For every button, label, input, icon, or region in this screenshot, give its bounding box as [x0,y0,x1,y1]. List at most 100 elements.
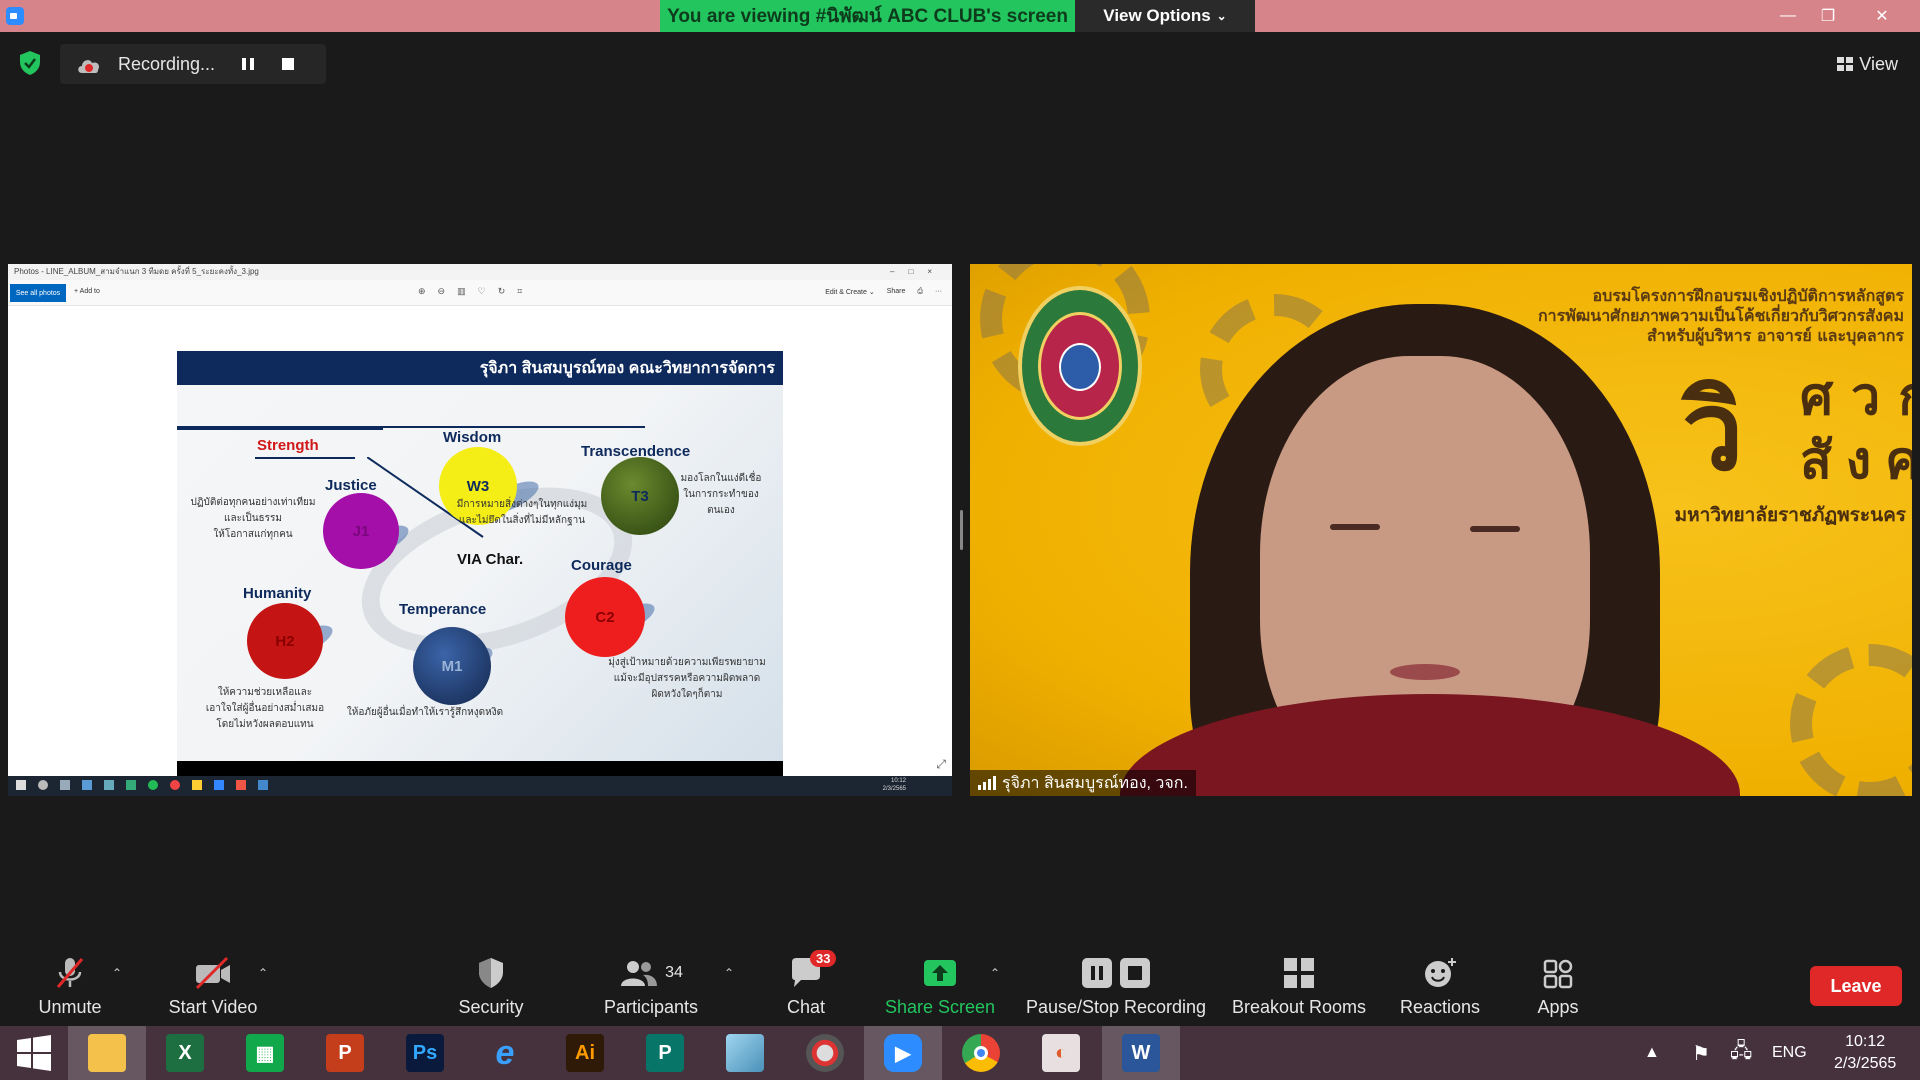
windows-taskbar: X ▦ P Ps e Ai P ▶ ◐ W ▲ ⚑ 🖧 ENG 10:12 2/… [0,1026,1920,1080]
tray-overflow-icon[interactable]: ▲ [1644,1026,1660,1080]
participants-options-caret[interactable]: ⌃ [724,966,734,980]
window-titlebar: You are viewing #นิพัฒน์ ABC CLUB's scre… [0,0,1920,32]
share-screen-button[interactable]: Share Screen [880,942,1000,1026]
taskbar-excel[interactable]: X [146,1026,224,1080]
start-button[interactable] [0,1026,68,1080]
system-clock[interactable]: 10:12 2/3/2565 [1834,1026,1896,1080]
reactions-label: Reactions [1399,997,1481,1017]
apps-icon [1543,959,1573,989]
participants-button[interactable]: 34 Participants [596,942,706,1026]
chat-label: Chat [786,997,826,1017]
windows-logo-icon [17,1035,51,1071]
panel-splitter[interactable] [960,510,963,550]
recording-controls-icons [1081,956,1151,990]
shared-zoom-icon [214,780,224,790]
taskbar-photoshop[interactable]: Ps [386,1026,464,1080]
taskbar-zoom[interactable]: ▶ [864,1026,942,1080]
expand-icon[interactable]: ⤢ [936,757,946,772]
taskbar-word[interactable]: W [1102,1026,1180,1080]
courage-desc-line: มุ่งสู่เป้าหมายด้วยความเพียรพยายาม [608,657,766,668]
view-layout-button[interactable]: View [1837,48,1898,80]
taskbar-file-explorer[interactable] [68,1026,146,1080]
taskbar-illustrator[interactable]: Ai [546,1026,624,1080]
share-screen-label: Share Screen [884,997,996,1017]
justice-desc-line: และเป็นธรรม [224,513,282,524]
more-icon[interactable]: ··· [935,288,942,296]
shared-screen[interactable]: Photos - LINE_ALBUM_สามจำแนก 3 ทีมดย ครั… [8,264,952,796]
favorite-icon[interactable]: ♡ [478,286,486,297]
unmute-button[interactable]: Unmute [20,942,120,1026]
powerpoint-icon: P [326,1034,364,1072]
zoom-in-icon[interactable]: ⊕ [418,286,426,297]
delete-icon[interactable]: ▥ [457,286,466,297]
reactions-button[interactable]: Reactions [1392,942,1488,1026]
folder-icon [88,1034,126,1072]
shared-time: 10:12 [890,778,906,784]
shared-taskbar: 10:12 2/3/2565 [8,776,952,796]
pause-stop-label: Pause/Stop Recording [1025,997,1207,1017]
humanity-description: ให้ความช่วยเหลือและ เอาใจใส่ผู้อื่นอย่าง… [181,685,349,733]
zoom-icon: ▶ [884,1034,922,1072]
crop-icon[interactable]: ⌗ [517,286,522,297]
stop-recording-button[interactable] [268,44,308,84]
restore-button[interactable]: ❐ [1808,0,1848,32]
apps-label: Apps [1537,997,1579,1017]
security-button[interactable]: Security [446,942,536,1026]
pause-recording-button[interactable] [228,44,268,84]
pause-stop-recording-button[interactable]: Pause/Stop Recording [1024,942,1208,1026]
taskbar-chrome[interactable] [942,1026,1020,1080]
print-icon[interactable]: ⎙ [917,288,923,296]
taskbar-internet-explorer[interactable]: e [466,1026,544,1080]
participant-mouth [1390,664,1460,680]
temperance-desc-line: ให้อภัยผู้อื่นเมื่อทำให้เรารู้สึกหงุดหงิ… [346,707,504,718]
humanity-label: Humanity [243,585,312,602]
taskbar-notepad[interactable] [706,1026,784,1080]
banner-line: สำหรับผู้บริหาร อาจารย์ และบุคลากร [1647,326,1904,345]
shared-app-icon [236,780,246,790]
see-all-photos-button[interactable]: See all photos [10,284,66,302]
add-to-button[interactable]: + Add to [74,288,100,295]
signal-bars-icon [978,776,996,790]
taskbar-store[interactable]: ▦ [226,1026,304,1080]
edit-create-button[interactable]: Edit & Create ⌄ [825,288,874,296]
slide-rule-thick [177,426,383,430]
zoom-out-icon[interactable]: ⊖ [438,286,446,297]
audio-options-caret[interactable]: ⌃ [112,966,122,980]
leave-meeting-button[interactable]: Leave [1810,966,1902,1006]
photos-actions: Edit & Create ⌄ Share ⎙ ··· [825,288,942,296]
close-button[interactable]: ✕ [1862,0,1902,32]
store-bag-icon: ▦ [246,1034,284,1072]
video-options-caret[interactable]: ⌃ [258,966,268,980]
taskbar-photoscape[interactable] [786,1026,864,1080]
clock-time: 10:12 [1845,1033,1886,1050]
transcendence-desc-line: มองโลกในแง่ดีเชื่อ [680,473,762,484]
photos-toolbar: See all photos + Add to ⊕ ⊖ ▥ ♡ ↻ ⌗ Edit… [8,280,952,306]
participant-video[interactable]: อบรมโครงการฝึกอบรมเชิงปฏิบัติการหลักสูตร… [970,264,1912,796]
taskbar-photos[interactable]: ◐ [1022,1026,1100,1080]
wisdom-desc-line: และไม่ยึดในสิ่งที่ไม่มีหลักฐาน [458,515,586,526]
video-title-line2: สังคม [1800,431,1912,491]
rotate-icon[interactable]: ↻ [498,286,506,297]
start-video-button[interactable]: Start Video [158,942,268,1026]
language-indicator[interactable]: ENG [1772,1026,1807,1080]
start-video-label: Start Video [168,997,258,1017]
apps-button[interactable]: Apps [1518,942,1598,1026]
taskbar-powerpoint[interactable]: P [306,1026,384,1080]
breakout-rooms-button[interactable]: Breakout Rooms [1226,942,1372,1026]
minimize-button[interactable]: — [1768,0,1808,32]
video-university-text: มหาวิทยาลัยราชภัฏพระนคร [1674,504,1906,526]
view-options-button[interactable]: View Options ⌄ [1075,0,1255,32]
encryption-shield-icon[interactable] [18,50,42,76]
shared-edge-icon [82,780,92,790]
share-button[interactable]: Share [887,288,906,296]
cloud-recording-icon [76,55,100,73]
banner-line: การพัฒนาศักยภาพความเป็นโค้ชเกี่ยวกับวิศว… [1537,306,1904,325]
chat-button[interactable]: 33 Chat [776,942,837,1026]
taskbar-publisher[interactable]: P [626,1026,704,1080]
network-icon[interactable]: 🖧 [1730,1026,1752,1080]
participant-eye [1330,524,1380,530]
participants-icon-group: 34 [619,956,683,990]
action-center-flag-icon[interactable]: ⚑ [1692,1026,1710,1080]
slide-header: รุจิภา สินสมบูรณ์ทอง คณะวิทยาการจัดการ [177,351,783,385]
share-options-caret[interactable]: ⌃ [990,966,1000,980]
